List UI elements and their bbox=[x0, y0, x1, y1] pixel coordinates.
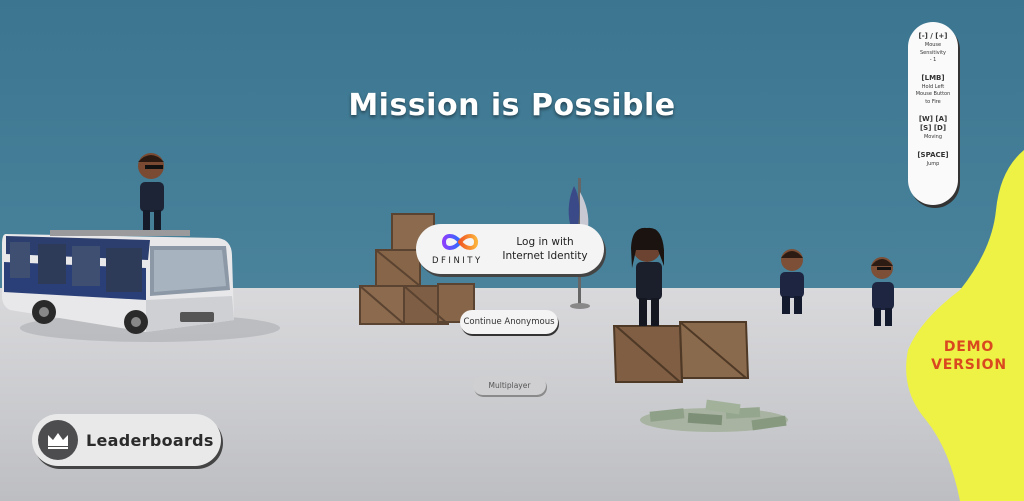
agent-on-crate bbox=[631, 227, 664, 326]
continue-anonymous-button[interactable]: Continue Anonymous bbox=[460, 310, 558, 334]
demo-version-badge: DEMO VERSION bbox=[931, 339, 1007, 373]
agent-standing-1 bbox=[780, 249, 804, 314]
game-scene[interactable]: Mission is Possible DFINITY Log in with bbox=[0, 0, 1024, 501]
control-fire: [LMB] Hold Left Mouse Button to Fire bbox=[915, 73, 951, 105]
game-title: Mission is Possible bbox=[348, 88, 676, 123]
crown-icon bbox=[38, 420, 78, 460]
leaderboards-button[interactable]: Leaderboards bbox=[32, 414, 221, 466]
multiplayer-button[interactable]: Multiplayer bbox=[473, 376, 546, 395]
dfinity-wordmark: DFINITY bbox=[432, 256, 483, 266]
control-jump: [SPACE] Jump bbox=[917, 150, 949, 167]
internet-identity-login-button[interactable]: DFINITY Log in with Internet Identity bbox=[416, 224, 604, 274]
agent-on-bus bbox=[138, 153, 164, 230]
control-moving: [W] [A] [S] [D] Moving bbox=[918, 115, 948, 140]
dfinity-logo: DFINITY bbox=[416, 224, 496, 274]
bus bbox=[2, 230, 234, 334]
leaderboards-label: Leaderboards bbox=[86, 430, 214, 450]
money-pile bbox=[640, 399, 788, 432]
infinity-icon bbox=[441, 234, 479, 250]
crate-pair bbox=[612, 321, 750, 383]
control-sensitivity: [-] / [+] Mouse Sensitivity - 1 bbox=[918, 32, 948, 63]
controls-help-panel: [-] / [+] Mouse Sensitivity - 1 [LMB] Ho… bbox=[908, 22, 958, 205]
agent-standing-2 bbox=[871, 257, 894, 326]
login-label: Log in with Internet Identity bbox=[502, 236, 588, 262]
